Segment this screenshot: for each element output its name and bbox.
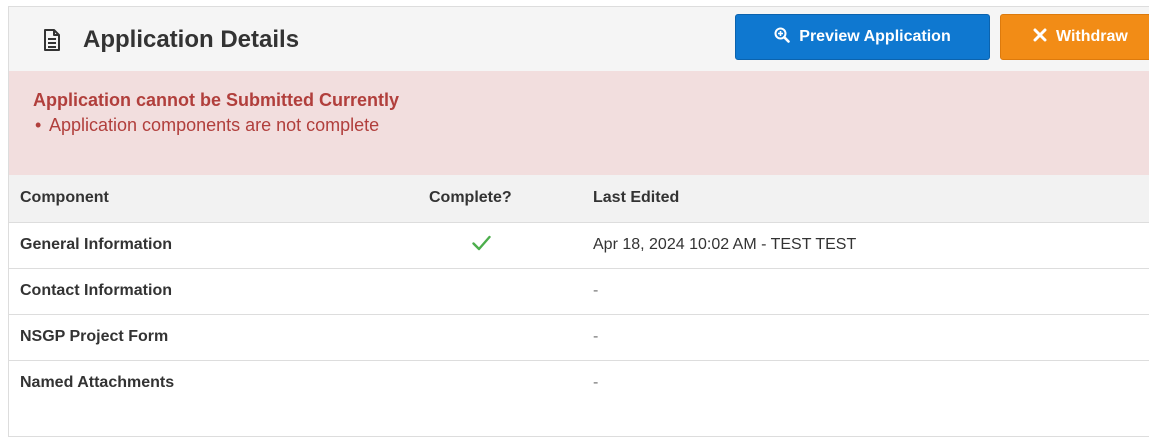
- component-name: NSGP Project Form: [20, 328, 169, 345]
- table-row: Contact Information -: [9, 268, 1149, 315]
- document-icon: [43, 29, 61, 51]
- table-header-row: Component Complete? Last Edited: [9, 175, 1149, 223]
- last-edited: -: [593, 328, 599, 345]
- component-name: Named Attachments: [20, 374, 175, 391]
- table-row: NSGP Project Form -: [9, 314, 1149, 361]
- page-title: Application Details: [43, 23, 299, 57]
- column-header-complete: Complete?: [429, 189, 512, 206]
- last-edited: -: [593, 282, 599, 299]
- last-edited: -: [593, 374, 599, 391]
- page-title-text: Application Details: [83, 26, 300, 53]
- check-icon: [472, 235, 491, 251]
- component-name: General Information: [20, 236, 173, 253]
- alert-heading: Application cannot be Submitted Currentl…: [33, 90, 400, 110]
- application-details-panel: Application Details Preview Application: [8, 6, 1149, 437]
- column-header-last-edited: Last Edited: [593, 189, 680, 206]
- alert-list-item: Application components are not complete: [35, 115, 379, 136]
- preview-application-label: Preview Application: [799, 28, 951, 45]
- zoom-in-icon: [774, 27, 791, 48]
- close-icon: [1033, 28, 1047, 47]
- error-alert: Application cannot be Submitted Currentl…: [9, 71, 1149, 176]
- alert-list: Application components are not complete: [35, 115, 379, 136]
- component-name: Contact Information: [20, 282, 172, 299]
- preview-application-button[interactable]: Preview Application: [735, 14, 990, 60]
- table-row: General Information Apr 18, 2024 10:02 A…: [9, 222, 1149, 269]
- withdraw-button[interactable]: Withdraw: [1000, 14, 1149, 60]
- withdraw-label: Withdraw: [1056, 28, 1128, 45]
- last-edited: Apr 18, 2024 10:02 AM - TEST TEST: [593, 236, 857, 253]
- column-header-component: Component: [20, 189, 109, 206]
- panel-header: Application Details Preview Application: [9, 7, 1149, 72]
- table-row: Named Attachments -: [9, 360, 1149, 406]
